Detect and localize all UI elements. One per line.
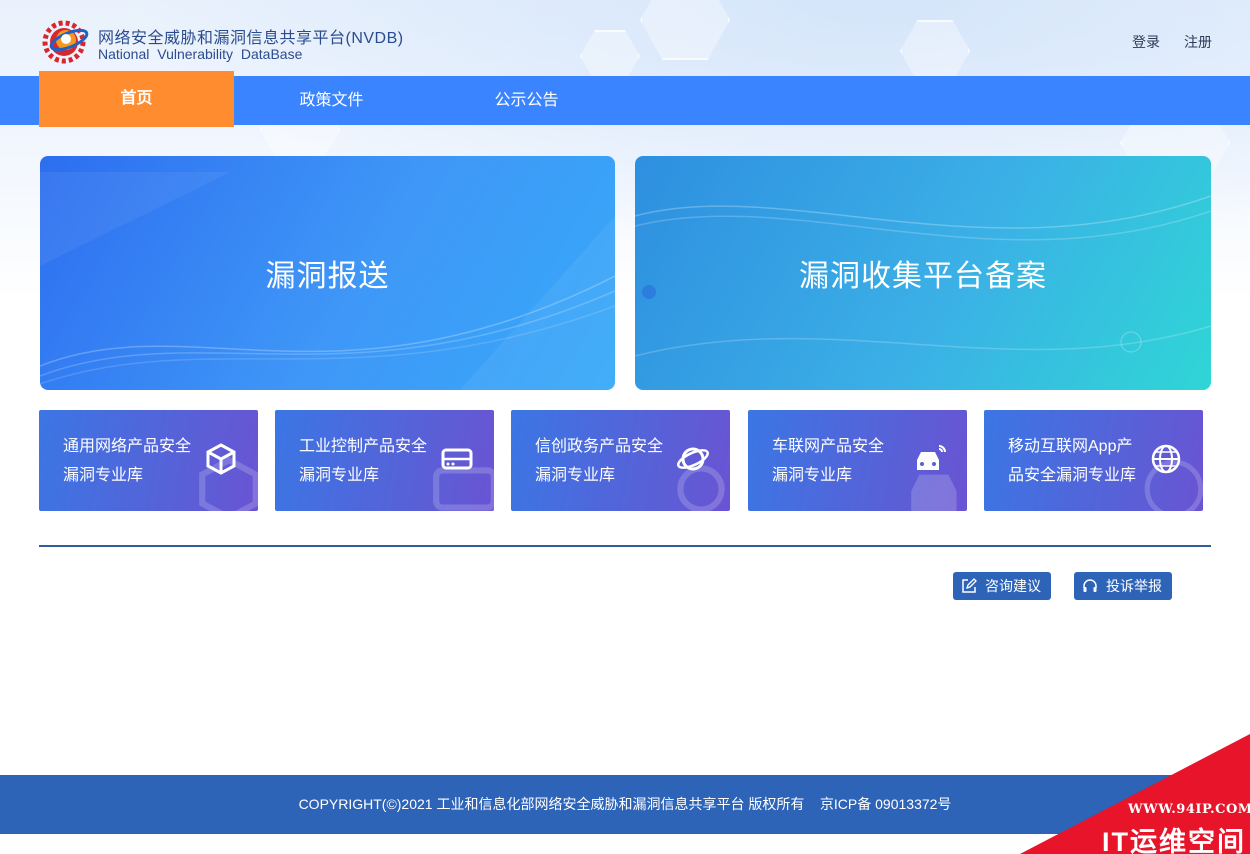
section-divider <box>39 545 1211 547</box>
library-card-text: 信创政务产品安全 漏洞专业库 <box>535 438 664 484</box>
library-card-text: 车联网产品安全 漏洞专业库 <box>772 438 885 484</box>
router-icon <box>433 467 494 511</box>
cube-icon <box>199 456 258 511</box>
register-link[interactable]: 注册 <box>1184 32 1212 52</box>
vulnerability-report-label: 漏洞报送 <box>265 260 390 293</box>
library-card-text: 工业控制产品安全 漏洞专业库 <box>299 438 428 484</box>
library-card-connected-vehicle[interactable]: 车联网产品安全 漏洞专业库 <box>748 410 967 511</box>
nav-item-policy-documents[interactable]: 政策文件 <box>234 76 429 125</box>
complaint-report-button[interactable]: 投诉举报 <box>1074 572 1172 600</box>
collection-platform-filing-card[interactable]: 漏洞收集平台备案 <box>635 156 1211 390</box>
nvdb-logo <box>42 20 89 64</box>
site-title-en: National Vulnerability DataBase <box>98 46 303 62</box>
library-card-industrial-control[interactable]: 工业控制产品安全 漏洞专业库 <box>275 410 494 511</box>
library-card-mobile-app[interactable]: 移动互联网App产 品安全漏洞专业库 <box>984 410 1203 511</box>
collection-platform-filing-label: 漏洞收集平台备案 <box>799 260 1047 293</box>
globe-icon <box>1144 459 1203 511</box>
library-card-general-network[interactable]: 通用网络产品安全 漏洞专业库 <box>39 410 258 511</box>
consult-suggestion-label: 咨询建议 <box>985 578 1041 594</box>
watermark-brand: IT运维空间 <box>1102 827 1246 854</box>
copyright-text: COPYRIGHT(©)2021 工业和信息化部网络安全威胁和漏洞信息共享平台 … <box>298 796 952 812</box>
nav-item-announcements[interactable]: 公示公告 <box>429 76 624 125</box>
login-link[interactable]: 登录 <box>1132 32 1160 52</box>
library-card-text: 移动互联网App产 品安全漏洞专业库 <box>1008 438 1137 484</box>
edit-icon <box>962 578 977 593</box>
vulnerability-report-card[interactable]: 漏洞报送 <box>40 156 615 390</box>
watermark-url: WWW.94IP.COM <box>1128 802 1250 817</box>
site-title-cn: 网络安全威胁和漏洞信息共享平台(NVDB) <box>98 30 404 47</box>
headset-icon <box>1083 579 1097 592</box>
library-card-text: 通用网络产品安全 漏洞专业库 <box>63 438 192 484</box>
consult-suggestion-button[interactable]: 咨询建议 <box>953 572 1051 600</box>
connected-car-icon <box>911 474 957 511</box>
site-header: 网络安全威胁和漏洞信息共享平台(NVDB) National Vulnerabi… <box>0 0 1250 76</box>
library-card-xinchuang-government[interactable]: 信创政务产品安全 漏洞专业库 <box>511 410 730 511</box>
main-nav: 首页 政策文件 公示公告 <box>0 71 1250 127</box>
planet-icon <box>677 465 725 511</box>
nav-item-home[interactable]: 首页 <box>39 71 234 127</box>
complaint-report-label: 投诉举报 <box>1106 578 1162 594</box>
